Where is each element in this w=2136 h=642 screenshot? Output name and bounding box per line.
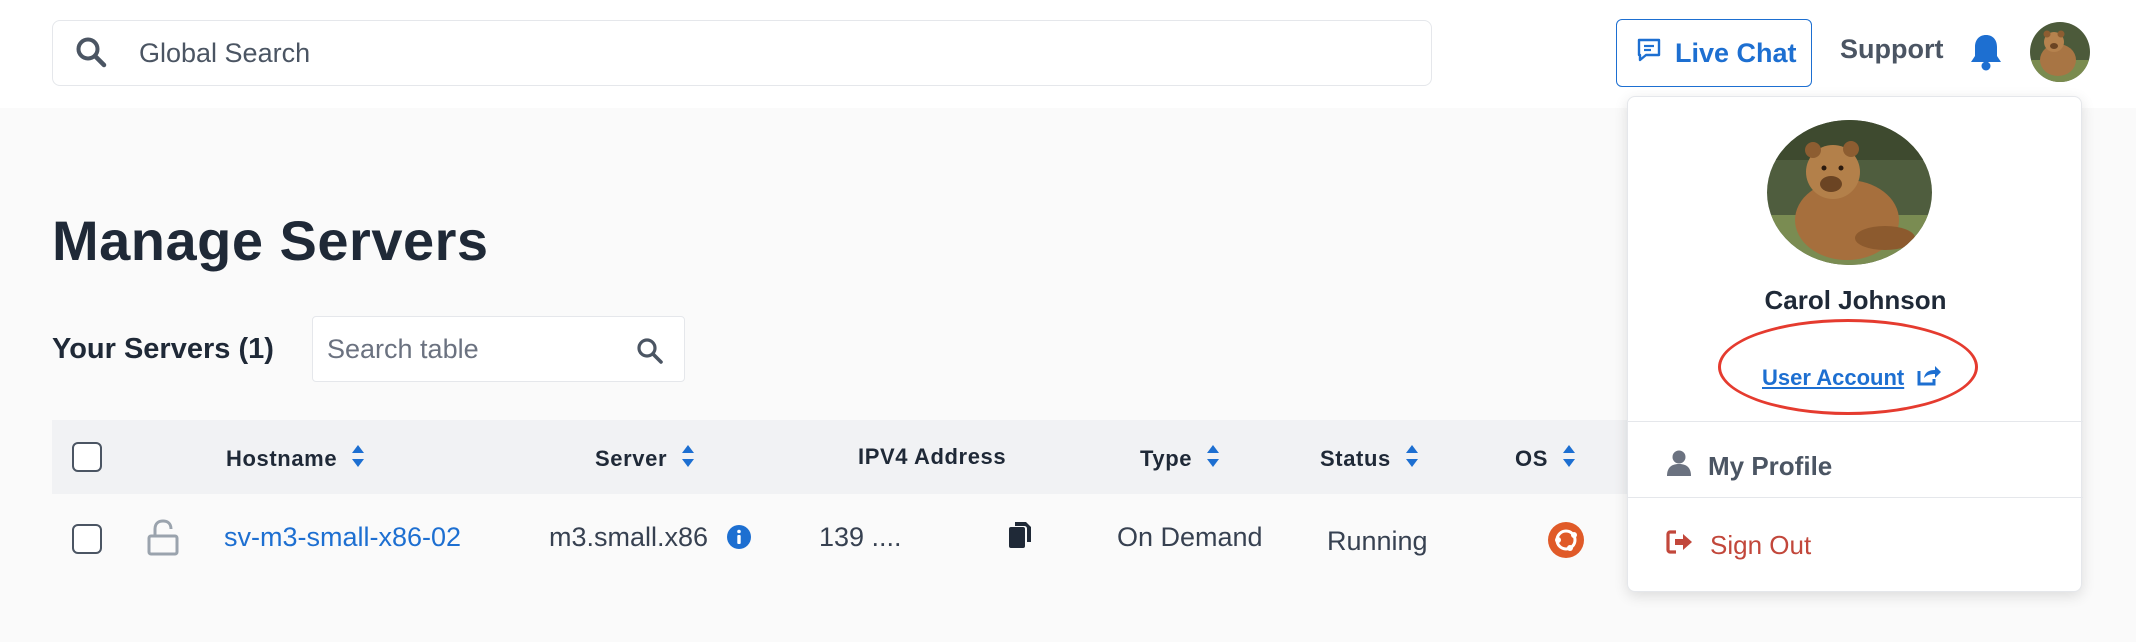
- server-plan: m3.small.x86: [549, 522, 709, 552]
- user-menu-dropdown: Carol Johnson User Account My Profile Si…: [1627, 96, 2083, 592]
- column-status[interactable]: Status: [1320, 444, 1419, 474]
- table-search-input[interactable]: [327, 329, 617, 369]
- global-search-box[interactable]: [52, 20, 1432, 86]
- notifications-bell-icon[interactable]: [1968, 32, 2004, 77]
- hostname-link[interactable]: sv-m3-small-x86-02: [224, 522, 461, 553]
- column-type[interactable]: Type: [1140, 444, 1220, 474]
- user-name: Carol Johnson: [1764, 285, 1947, 315]
- column-os[interactable]: OS: [1515, 444, 1576, 474]
- server-status: Running: [1327, 526, 1428, 556]
- bear-avatar-icon: [1767, 120, 1932, 265]
- unlocked-icon[interactable]: [146, 518, 180, 563]
- avatar: [1767, 120, 1932, 265]
- page-title: Manage Servers: [52, 209, 489, 272]
- sort-icon[interactable]: [1562, 444, 1576, 474]
- info-icon[interactable]: [726, 524, 752, 555]
- bear-avatar-icon: [2030, 22, 2090, 82]
- table-search-box[interactable]: [312, 316, 685, 382]
- table-header: Hostname Server IPV4 Address Type Status…: [52, 420, 1632, 494]
- search-icon[interactable]: [636, 337, 664, 370]
- server-type: On Demand: [1117, 522, 1263, 552]
- user-avatar-button[interactable]: [2030, 22, 2090, 82]
- sort-icon[interactable]: [1405, 444, 1419, 474]
- servers-count-label: Your Servers (1): [52, 333, 274, 365]
- ipv4-address: 139 ....: [819, 522, 902, 552]
- user-account-link[interactable]: User Account: [1762, 363, 1942, 393]
- search-icon: [75, 36, 109, 75]
- user-icon: [1666, 449, 1692, 484]
- live-chat-button[interactable]: Live Chat: [1616, 19, 1812, 87]
- column-server[interactable]: Server: [595, 444, 695, 474]
- sort-icon[interactable]: [1206, 444, 1220, 474]
- copy-icon[interactable]: [1007, 520, 1033, 555]
- divider: [1628, 497, 2083, 498]
- row-select-checkbox[interactable]: [72, 524, 102, 554]
- sign-out-icon: [1666, 529, 1694, 562]
- sign-out-menu-item[interactable]: Sign Out: [1666, 529, 1811, 562]
- top-bar: Live Chat Support: [0, 0, 2136, 108]
- global-search-input[interactable]: [139, 31, 1389, 75]
- table-row: sv-m3-small-x86-02 m3.small.x86 139 ....…: [52, 494, 1632, 584]
- column-hostname[interactable]: Hostname: [226, 444, 365, 474]
- my-profile-menu-item[interactable]: My Profile: [1666, 449, 1832, 484]
- chat-icon: [1635, 36, 1663, 71]
- ubuntu-icon: [1548, 522, 1584, 558]
- support-link[interactable]: Support: [1840, 34, 1943, 65]
- external-link-icon: [1916, 363, 1942, 393]
- column-ipv4: IPV4 Address: [858, 444, 1007, 469]
- live-chat-label: Live Chat: [1675, 37, 1797, 68]
- select-all-checkbox[interactable]: [72, 442, 102, 472]
- sort-icon[interactable]: [351, 444, 365, 474]
- divider: [1628, 421, 2083, 422]
- sort-icon[interactable]: [681, 444, 695, 474]
